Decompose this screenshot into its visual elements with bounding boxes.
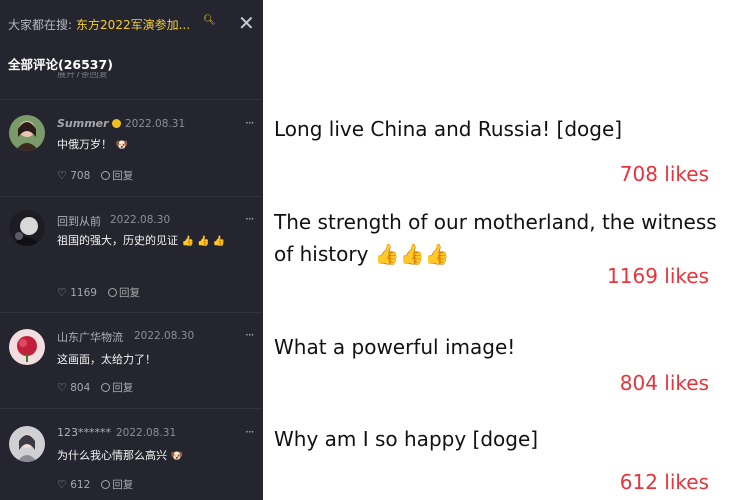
avatar[interactable] [9, 426, 45, 462]
comment-date: 2022.08.30 [134, 330, 195, 342]
translation-text: What a powerful image! [274, 335, 516, 359]
comment-username[interactable]: 山东广华物流 [57, 329, 123, 345]
thumbs-up-emoji-icon: 👍👍👍 [374, 242, 450, 266]
sun-icon [111, 119, 121, 128]
trending-search-term[interactable]: 东方2022军演参加... [76, 18, 190, 32]
close-icon[interactable]: ✕ [238, 13, 255, 33]
reply-icon[interactable] [107, 288, 117, 297]
comment-text: 祖国的强大，历史的见证 👍 👍 👍 [57, 234, 226, 247]
expand-replies-link[interactable]: 展开7条回复 [57, 72, 108, 82]
more-options-icon[interactable]: ··· [245, 212, 255, 226]
reply-icon[interactable] [101, 383, 111, 392]
comment-date: 2022.08.30 [110, 214, 171, 226]
reply-icon[interactable] [101, 480, 111, 489]
translation-text: Why am I so happy [doge] [274, 427, 539, 451]
comment-username[interactable]: Summer [57, 117, 121, 130]
comment-actions: ♡ 804 回复 [57, 380, 133, 395]
heart-icon[interactable]: ♡ [57, 381, 67, 394]
avatar[interactable] [9, 329, 45, 365]
reply-icon[interactable] [101, 171, 111, 180]
search-icon[interactable]: 🔍︎ [203, 15, 216, 26]
more-options-icon[interactable]: ··· [245, 425, 255, 439]
avatar[interactable] [9, 210, 45, 246]
reply-button[interactable]: 回复 [112, 382, 133, 394]
translation-likes: 708 likes [619, 162, 709, 186]
comment-actions: ♡ 708 回复 [57, 168, 133, 183]
translation-text: The strength of our motherland, the witn… [274, 210, 717, 266]
comment-count-title: 全部评论(26537) [8, 57, 113, 72]
comment-username[interactable]: 123****** [57, 426, 111, 439]
comment-date: 2022.08.31 [125, 118, 186, 130]
divider [0, 99, 263, 100]
trending-search-bar[interactable]: 大家都在搜: 东方2022军演参加... 🔍︎ [8, 15, 258, 36]
comment-actions: ♡ 612 回复 [57, 477, 133, 492]
translation-likes: 804 likes [619, 371, 709, 395]
comment-actions: ♡ 1169 回复 [57, 285, 140, 300]
translation-likes: 612 likes [619, 470, 709, 494]
reply-button[interactable]: 回复 [119, 287, 140, 299]
translation-text: Long live China and Russia! [doge] [274, 117, 623, 141]
doge-emoji-icon: 🐶 [170, 451, 183, 462]
doge-emoji-icon: 🐶 [115, 140, 128, 151]
divider [0, 196, 263, 197]
thumbs-up-emoji-icon: 👍 👍 👍 [181, 236, 226, 247]
divider [0, 312, 263, 313]
heart-icon[interactable]: ♡ [57, 286, 67, 299]
like-count: 804 [70, 382, 91, 394]
translation-likes: 1169 likes [607, 264, 709, 288]
like-count: 612 [70, 479, 91, 491]
heart-icon[interactable]: ♡ [57, 478, 67, 491]
divider [0, 408, 263, 409]
reply-button[interactable]: 回复 [112, 479, 133, 491]
more-options-icon[interactable]: ··· [245, 328, 255, 342]
comment-panel: 大家都在搜: 东方2022军演参加... 🔍︎ ✕ 全部评论(26537) 展开7… [0, 0, 263, 500]
like-count: 1169 [70, 287, 97, 299]
more-options-icon[interactable]: ··· [245, 116, 255, 130]
like-count: 708 [70, 170, 91, 182]
trending-search-label: 大家都在搜: [8, 18, 73, 32]
heart-icon[interactable]: ♡ [57, 169, 67, 182]
reply-button[interactable]: 回复 [112, 170, 133, 182]
comment-text: 为什么我心情那么高兴 🐶 [57, 449, 183, 462]
avatar[interactable] [9, 115, 45, 151]
comment-username[interactable]: 回到从前 [57, 213, 101, 229]
comment-text: 这画面，太给力了！ [57, 353, 156, 366]
comment-date: 2022.08.31 [116, 427, 177, 439]
comment-text: 中俄万岁！ 🐶 [57, 138, 128, 151]
